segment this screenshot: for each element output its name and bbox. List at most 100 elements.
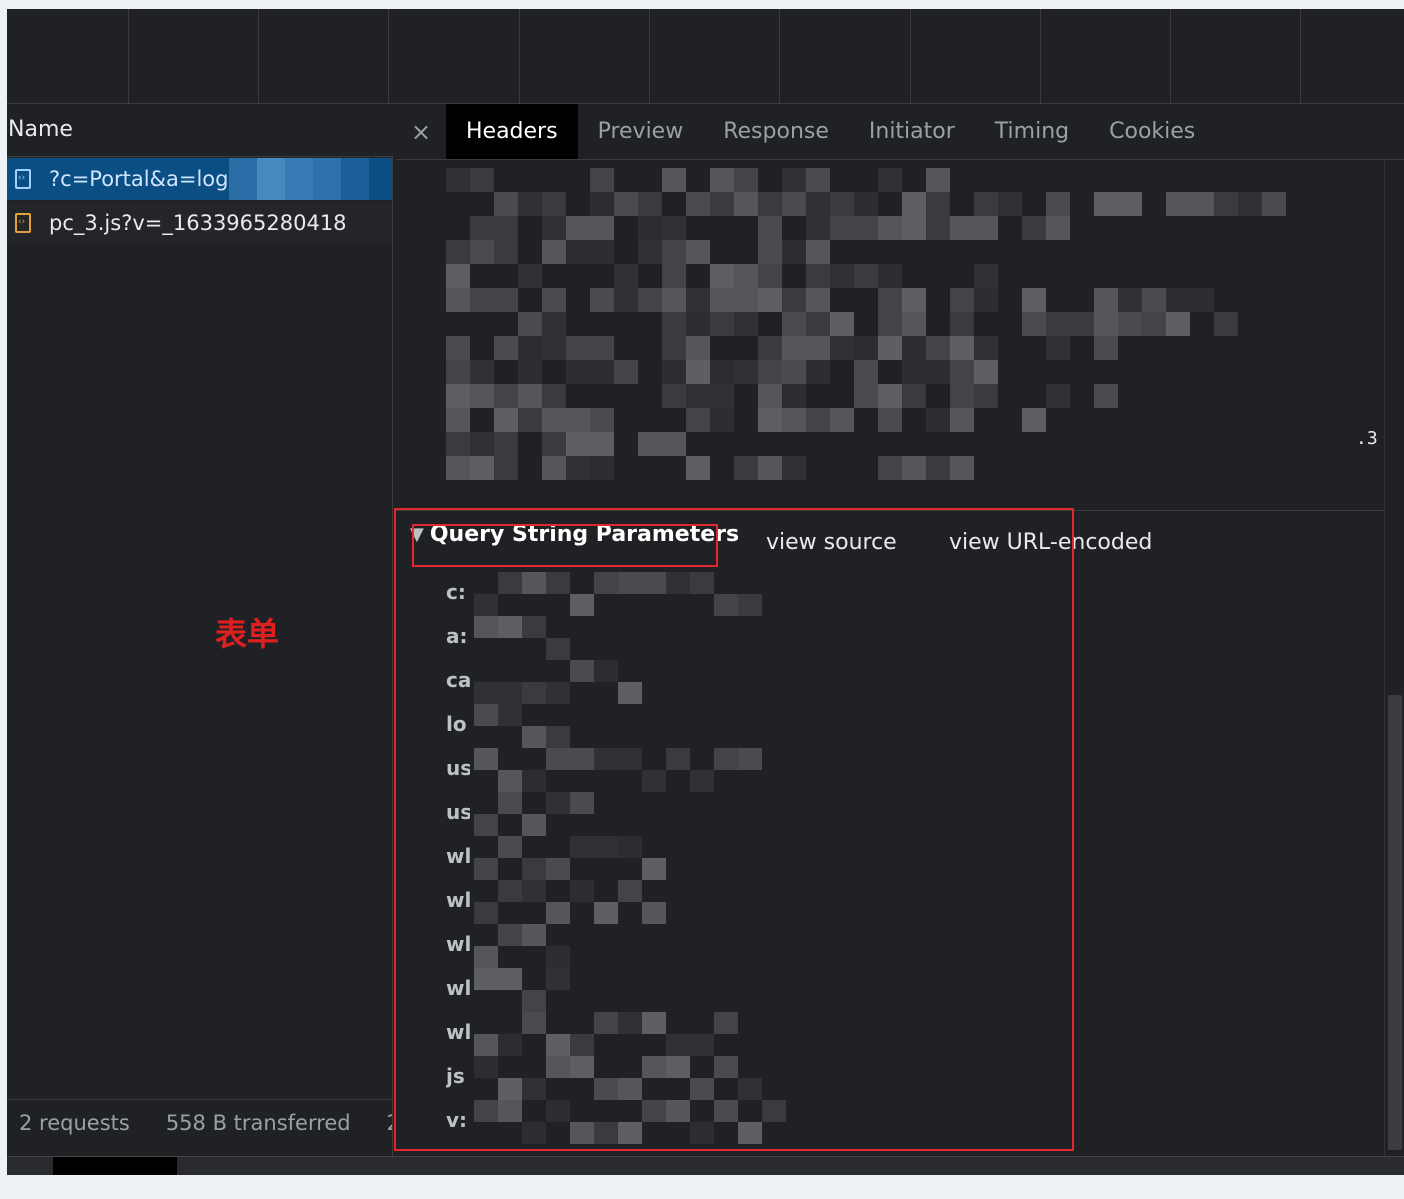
redacted-header-block <box>1190 288 1214 312</box>
redacted-header-block <box>710 288 734 312</box>
redacted-header-block <box>470 216 494 240</box>
close-icon[interactable]: × <box>396 104 446 159</box>
redacted-header-block <box>494 384 518 408</box>
redacted-header-block <box>590 168 614 192</box>
redacted-header-block <box>1046 312 1070 336</box>
redacted-header-block <box>662 360 686 384</box>
request-row[interactable]: pc_3.js?v=_1633965280418 <box>7 202 392 244</box>
redacted-header-block <box>518 408 542 432</box>
request-row[interactable]: ?c=Portal&a=log <box>7 158 392 200</box>
redacted-header-block <box>1190 192 1214 216</box>
redacted-header-block <box>902 456 926 480</box>
devtools-network-panel: Name ?c=Portal&a=log pc_3.js?v=_16339652… <box>7 9 1404 1175</box>
redacted-header-block <box>878 384 902 408</box>
redacted-header-block <box>974 288 998 312</box>
redacted-header-block <box>566 336 590 360</box>
redacted-header-block <box>494 456 518 480</box>
redacted-header-block <box>806 288 830 312</box>
redacted-header-block <box>518 360 542 384</box>
redacted-header-block <box>686 360 710 384</box>
redacted-header-block <box>902 360 926 384</box>
redacted-header-block <box>830 408 854 432</box>
request-name: pc_3.js?v=_1633965280418 <box>49 211 347 235</box>
timeline-gridline <box>128 9 129 103</box>
redacted-header-block <box>950 360 974 384</box>
redacted-header-block <box>806 312 830 336</box>
redacted-header-block <box>590 288 614 312</box>
redacted-header-block <box>758 264 782 288</box>
redacted-header-block <box>710 384 734 408</box>
detail-scrollbar[interactable] <box>1384 160 1404 1156</box>
redacted-header-block <box>974 192 998 216</box>
transferred-size: 558 B transferred <box>165 1111 351 1135</box>
redacted-header-block <box>470 360 494 384</box>
redacted-header-block <box>854 384 878 408</box>
drawer-tab[interactable] <box>53 1157 177 1175</box>
form-highlight-box <box>394 508 1074 1151</box>
redacted-header-block <box>710 168 734 192</box>
redacted-header-block <box>542 384 566 408</box>
redacted-header-block <box>542 216 566 240</box>
request-count: 2 requests <box>19 1111 130 1135</box>
redacted-header-block <box>974 216 998 240</box>
redacted-header-block <box>806 264 830 288</box>
redacted-header-block <box>614 192 638 216</box>
timeline-gridline <box>779 9 780 103</box>
redacted-header-block <box>758 240 782 264</box>
redacted-header-block <box>470 168 494 192</box>
redacted-header-block <box>1238 192 1262 216</box>
redacted-header-block <box>446 288 470 312</box>
redacted-header-block <box>470 456 494 480</box>
redacted-header-block <box>638 432 662 456</box>
redacted-header-block <box>662 384 686 408</box>
redacted-header-block <box>638 240 662 264</box>
tab-initiator[interactable]: Initiator <box>849 104 975 159</box>
redacted-header-block <box>854 360 878 384</box>
redacted-header-block <box>734 456 758 480</box>
redacted-header-block <box>1094 384 1118 408</box>
redacted-header-block <box>470 384 494 408</box>
redacted-header-block <box>710 312 734 336</box>
redacted-header-block <box>878 288 902 312</box>
tab-response[interactable]: Response <box>703 104 849 159</box>
redacted-header-block <box>638 192 662 216</box>
redacted-header-block <box>1118 192 1142 216</box>
redacted-header-block <box>686 384 710 408</box>
waterfall-overview[interactable] <box>7 9 1404 104</box>
redacted-header-block <box>926 192 950 216</box>
redacted-header-block <box>974 384 998 408</box>
redacted-header-block <box>686 192 710 216</box>
redacted-header-block <box>758 360 782 384</box>
redacted-header-block <box>830 336 854 360</box>
redacted-header-block <box>1046 192 1070 216</box>
redacted-header-block <box>494 192 518 216</box>
redacted-header-block <box>782 456 806 480</box>
redacted-header-block <box>926 168 950 192</box>
redacted-header-block <box>470 288 494 312</box>
name-column-header[interactable]: Name <box>7 104 393 157</box>
request-detail-pane: × Headers Preview Response Initiator Tim… <box>394 104 1404 1156</box>
redacted-header-block <box>686 456 710 480</box>
redacted-header-block <box>734 312 758 336</box>
redacted-header-block <box>830 312 854 336</box>
tab-preview[interactable]: Preview <box>578 104 704 159</box>
redacted-header-block <box>902 192 926 216</box>
tab-cookies[interactable]: Cookies <box>1089 104 1215 159</box>
redacted-header-block <box>566 216 590 240</box>
redacted-header-block <box>494 336 518 360</box>
timeline-gridline <box>388 9 389 103</box>
scrollbar-thumb[interactable] <box>1388 695 1402 1150</box>
redacted-header-block <box>950 312 974 336</box>
redacted-header-block <box>662 216 686 240</box>
redacted-header-block <box>950 336 974 360</box>
redacted-header-block <box>494 288 518 312</box>
redacted-header-block <box>446 432 470 456</box>
redacted-header-block <box>1142 288 1166 312</box>
redacted-header-block <box>782 408 806 432</box>
tab-headers[interactable]: Headers <box>446 104 578 159</box>
redacted-header-block <box>662 264 686 288</box>
redacted-header-block <box>782 336 806 360</box>
redacted-header-block <box>806 216 830 240</box>
tab-timing[interactable]: Timing <box>975 104 1089 159</box>
redacted-header-block <box>1118 288 1142 312</box>
